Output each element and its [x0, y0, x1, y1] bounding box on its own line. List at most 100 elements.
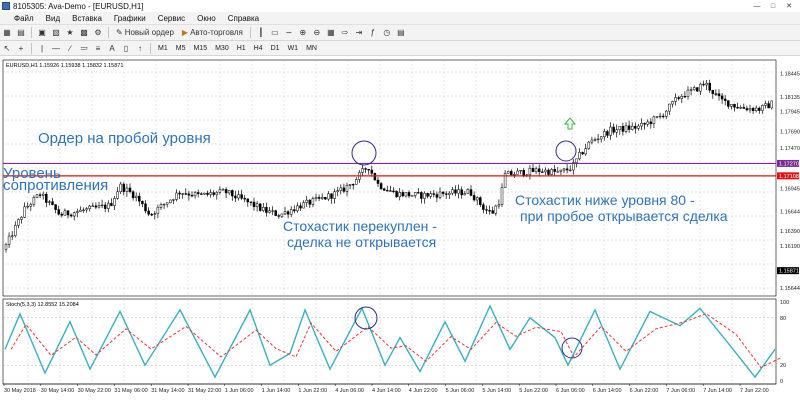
candle-body: [386, 190, 389, 192]
price-axis-label: 1.18135: [780, 95, 800, 101]
candle-body: [308, 199, 312, 205]
candle-body: [479, 197, 482, 205]
candle-body: [767, 103, 770, 109]
candle-body: [283, 211, 287, 215]
close-icon[interactable]: ✕: [782, 2, 796, 11]
menu-help[interactable]: Справка: [222, 14, 265, 23]
timeframe-m1[interactable]: M1: [154, 45, 172, 52]
new-chart-icon[interactable]: ▦: [1, 27, 13, 39]
candle-body: [128, 187, 132, 192]
timeframe-h4[interactable]: H4: [250, 45, 267, 52]
timeframe-m15[interactable]: M15: [189, 45, 211, 52]
price-axis-label: 1.16945: [780, 186, 800, 192]
timeframe-m5[interactable]: M5: [172, 45, 190, 52]
minimize-icon[interactable]: —: [750, 2, 764, 11]
label-icon[interactable]: ▯: [120, 42, 132, 54]
candle-body: [376, 179, 380, 184]
candle-body: [562, 168, 566, 171]
candle-body: [658, 115, 662, 118]
candle-body: [730, 104, 733, 107]
candlestick-icon[interactable]: ▭: [269, 27, 281, 39]
menu-view[interactable]: Вид: [40, 14, 66, 23]
vertical-line-icon[interactable]: |: [36, 42, 48, 54]
new-order-button[interactable]: ✎ Новый ордер: [113, 27, 177, 39]
candle-body: [88, 205, 91, 209]
candle-body: [475, 197, 479, 201]
chart-shift-icon[interactable]: ⇥: [353, 27, 365, 39]
candle-body: [705, 82, 708, 86]
candle-body: [714, 93, 718, 95]
auto-trading-button[interactable]: ▶ Авто-торговля: [179, 27, 246, 39]
profiles-icon[interactable]: ▤: [15, 27, 27, 39]
chart-area[interactable]: 1.18445 1.18135 1.17945 1.17690 1.17470 1.169…: [0, 56, 800, 400]
candle-body: [103, 204, 107, 209]
horizontal-line-icon[interactable]: —: [50, 42, 62, 54]
candle-body: [640, 122, 643, 127]
time-axis-label: 6 Jun 22:00: [630, 388, 659, 394]
timeframe-d1[interactable]: D1: [267, 45, 284, 52]
candle-body: [488, 210, 491, 212]
line-chart-icon[interactable]: ∽: [283, 27, 295, 39]
market-watch-icon[interactable]: ▣: [36, 27, 48, 39]
crosshair-icon[interactable]: +: [15, 42, 27, 54]
candle-body: [689, 89, 693, 91]
candle-body: [172, 199, 175, 201]
text-icon[interactable]: A: [106, 42, 118, 54]
candle-body: [373, 173, 377, 181]
cursor-icon[interactable]: ↖: [1, 42, 13, 54]
candle-body: [646, 121, 649, 125]
menu-window[interactable]: Окно: [191, 14, 222, 23]
candle-body: [522, 169, 525, 176]
window-title: 8105305: Ava-Demo - [EURUSD,H1]: [13, 1, 144, 11]
zoom-in-icon[interactable]: ⊕: [297, 27, 309, 39]
candle-body: [249, 201, 253, 203]
candle-body: [392, 190, 395, 192]
channel-icon[interactable]: ≕: [78, 42, 90, 54]
candle-body: [723, 98, 727, 101]
tester-icon[interactable]: ⚙: [92, 27, 104, 39]
candle-body: [190, 194, 194, 197]
periods-icon[interactable]: ◷: [381, 27, 393, 39]
candle-body: [203, 192, 206, 195]
navigator-icon[interactable]: ★: [64, 27, 76, 39]
timeframe-mn[interactable]: MN: [302, 45, 321, 52]
tile-windows-icon[interactable]: ▦: [325, 27, 337, 39]
terminal-icon[interactable]: ▩: [78, 27, 90, 39]
templates-icon[interactable]: ▤: [395, 27, 407, 39]
menu-file[interactable]: Файл: [0, 14, 40, 23]
candle-body: [389, 190, 392, 192]
auto-scroll-icon[interactable]: ⇨: [339, 27, 351, 39]
bar-chart-icon[interactable]: ┃: [255, 27, 267, 39]
candle-body: [193, 192, 197, 197]
candle-body: [575, 158, 578, 163]
zoom-out-icon[interactable]: ⊖: [311, 27, 323, 39]
candle-body: [516, 170, 519, 175]
arrows-icon[interactable]: ↑: [134, 42, 146, 54]
fibonacci-icon[interactable]: ≡: [92, 42, 104, 54]
timeframe-w1[interactable]: W1: [284, 45, 303, 52]
menu-tools[interactable]: Сервис: [152, 14, 191, 23]
candle-body: [224, 189, 228, 194]
candle-body: [345, 185, 349, 192]
order-level-tag: 1.17270: [779, 161, 799, 167]
candle-body: [506, 171, 510, 174]
candle-body: [234, 195, 237, 199]
candle-body: [361, 168, 364, 173]
candle-body: [407, 192, 411, 197]
candle-body: [305, 199, 308, 203]
timeframe-h1[interactable]: H1: [233, 45, 250, 52]
candle-body: [147, 210, 150, 215]
candle-body: [581, 152, 584, 155]
indicators-icon[interactable]: ƒ: [367, 27, 379, 39]
maximize-icon[interactable]: □: [766, 2, 780, 11]
candle-body: [624, 125, 628, 132]
menu-charts[interactable]: Графики: [108, 14, 152, 23]
data-window-icon[interactable]: ▧: [50, 27, 62, 39]
timeframe-m30[interactable]: M30: [211, 45, 233, 52]
candle-body: [398, 192, 401, 198]
trendline-icon[interactable]: ∕: [64, 42, 76, 54]
candle-body: [441, 191, 445, 194]
menu-insert[interactable]: Вставка: [66, 14, 108, 23]
candle-body: [531, 167, 535, 172]
candle-body: [48, 201, 51, 203]
